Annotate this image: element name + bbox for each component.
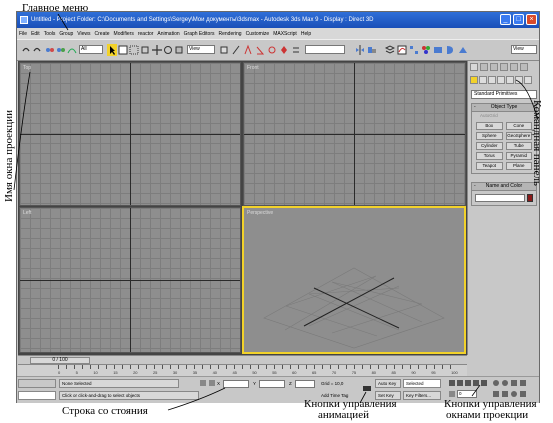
annotation-anim-controls-line2: анимацией (318, 409, 369, 421)
annotation-viewport-name: Имя окна проекции (3, 110, 15, 202)
annotation-command-panel: Командная панель (531, 100, 543, 186)
annotation-leader-lines (13, 13, 539, 411)
annotation-vp-controls-line2: окнами проекции (446, 409, 529, 421)
annotation-status-bar: Строка со стояния (62, 405, 148, 417)
